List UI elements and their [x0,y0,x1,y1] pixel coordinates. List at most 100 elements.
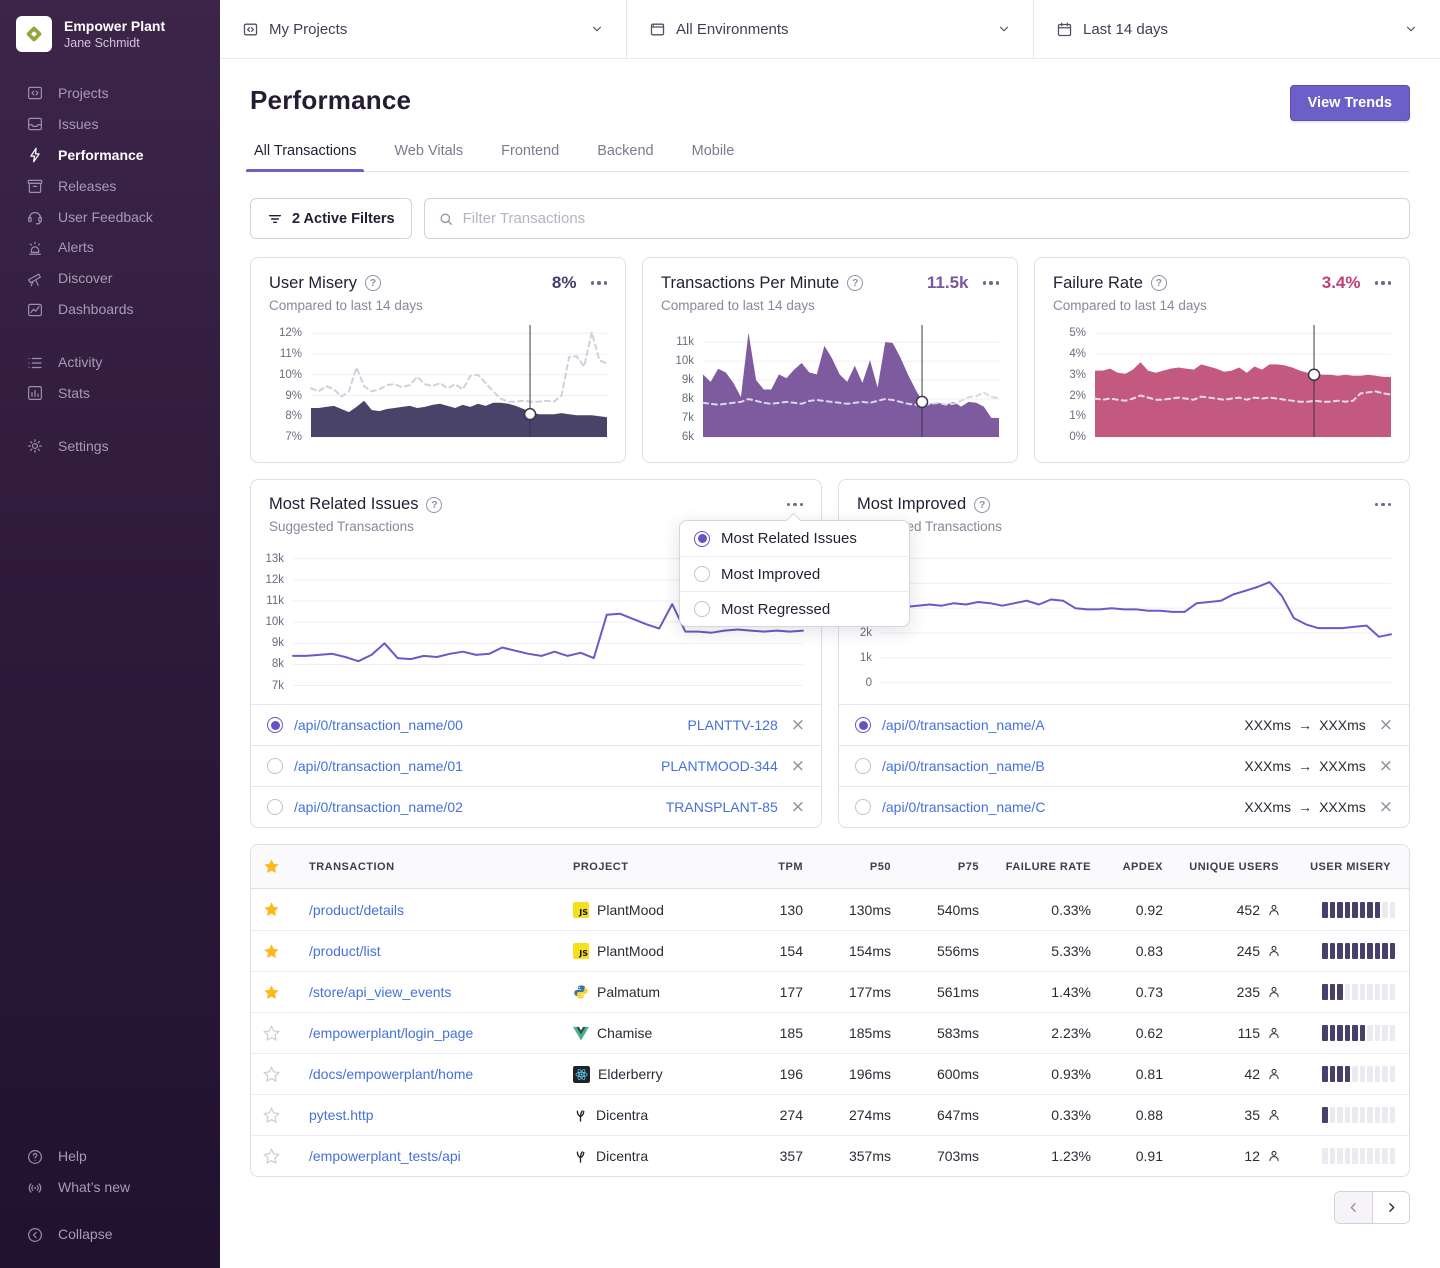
radio-icon[interactable] [694,566,710,582]
sidebar-item-discover[interactable]: Discover [0,263,220,294]
sidebar-item-projects[interactable]: Projects [0,78,220,109]
react-platform-icon [573,1066,590,1083]
close-icon[interactable]: × [791,799,805,816]
star-outline-icon[interactable] [263,1148,309,1165]
sidebar-item-releases[interactable]: Releases [0,171,220,202]
sidebar-item-stats[interactable]: Stats [0,378,220,409]
help-circle-icon[interactable]: ? [365,275,381,291]
transaction-link[interactable]: /product/list [309,943,573,959]
sidebar-item-user-feedback[interactable]: User Feedback [0,202,220,233]
sidebar-item-whats-new[interactable]: What’s new [0,1172,220,1203]
overflow-menu-icon[interactable] [781,499,804,511]
help-icon [26,1148,44,1166]
col-user-misery[interactable]: User Misery [1283,861,1395,873]
y-tick-label: 12% [279,327,302,339]
close-icon[interactable]: × [791,758,805,775]
menu-option-most-improved[interactable]: Most Improved [680,556,909,591]
issue-link[interactable]: PLANTTV-128 [687,717,777,733]
star-outline-icon[interactable] [263,1025,309,1042]
col-transaction[interactable]: Transaction [309,861,573,873]
transactions-table: Transaction Project TPM P50 P75 Failure … [250,844,1410,1177]
col-project[interactable]: Project [573,861,741,873]
transaction-link[interactable]: /docs/empowerplant/home [309,1066,573,1082]
radio-icon[interactable] [855,799,871,815]
help-circle-icon[interactable]: ? [974,497,990,513]
tab-mobile[interactable]: Mobile [690,143,737,171]
transaction-link[interactable]: /api/0/transaction_name/02 [294,799,463,815]
sidebar-item-issues[interactable]: Issues [0,109,220,140]
prev-page-button[interactable] [1335,1192,1372,1223]
radio-icon[interactable] [267,717,283,733]
unique-users-cell: 35 [1167,1107,1283,1123]
sidebar-item-settings[interactable]: Settings [0,431,220,462]
date-range-dropdown[interactable]: Last 14 days [1033,0,1440,58]
transaction-link[interactable]: /api/0/transaction_name/A [882,717,1045,733]
sidebar-item-alerts[interactable]: Alerts [0,232,220,263]
close-icon[interactable]: × [791,717,805,734]
transaction-link[interactable]: /empowerplant/login_page [309,1025,573,1041]
menu-option-most-regressed[interactable]: Most Regressed [680,591,909,626]
sidebar-item-help[interactable]: Help [0,1141,220,1172]
help-circle-icon[interactable]: ? [847,275,863,291]
sidebar-item-dashboards[interactable]: Dashboards [0,294,220,325]
tab-web-vitals[interactable]: Web Vitals [392,143,465,171]
radio-icon[interactable] [267,758,283,774]
org-switcher[interactable]: Empower Plant Jane Schmidt [0,16,220,52]
transaction-link[interactable]: /api/0/transaction_name/01 [294,758,463,774]
col-unique-users[interactable]: Unique Users [1167,861,1283,873]
help-circle-icon[interactable]: ? [1151,275,1167,291]
environment-filter-dropdown[interactable]: All Environments [626,0,1033,58]
view-trends-button[interactable]: View Trends [1290,85,1410,121]
transaction-link[interactable]: /empowerplant_tests/api [309,1148,573,1164]
radio-icon[interactable] [694,531,710,547]
project-cell: Dicentra [573,1148,741,1164]
transaction-link[interactable]: /api/0/transaction_name/C [882,799,1045,815]
overflow-menu-icon[interactable] [977,277,1000,289]
transaction-link[interactable]: /product/details [309,902,573,918]
tab-all-transactions[interactable]: All Transactions [252,143,358,171]
star-filled-icon[interactable] [263,984,309,1001]
transaction-link[interactable]: /api/0/transaction_name/00 [294,717,463,733]
close-icon[interactable]: × [1379,799,1393,816]
transaction-link[interactable]: /api/0/transaction_name/B [882,758,1045,774]
col-failure-rate[interactable]: Failure Rate [983,861,1095,873]
star-outline-icon[interactable] [263,1107,309,1124]
sidebar-item-label: Projects [58,84,109,103]
radio-icon[interactable] [855,717,871,733]
close-icon[interactable]: × [1379,717,1393,734]
search-input[interactable] [463,210,1396,227]
star-filled-icon[interactable] [263,901,309,918]
radio-icon[interactable] [267,799,283,815]
overflow-menu-icon[interactable] [1369,499,1392,511]
sidebar-collapse-button[interactable]: Collapse [0,1219,220,1250]
radio-icon[interactable] [694,601,710,617]
overflow-menu-icon[interactable] [585,277,608,289]
tab-backend[interactable]: Backend [595,143,655,171]
help-circle-icon[interactable]: ? [426,497,442,513]
issue-link[interactable]: TRANSPLANT-85 [666,799,778,815]
radio-icon[interactable] [855,758,871,774]
activity-icon [26,354,44,372]
next-page-button[interactable] [1372,1192,1409,1223]
star-outline-icon[interactable] [263,1066,309,1083]
menu-option-most-related-issues[interactable]: Most Related Issues [680,521,909,556]
tab-frontend[interactable]: Frontend [499,143,561,171]
project-filter-dropdown[interactable]: My Projects [220,0,626,58]
active-filters-button[interactable]: 2 Active Filters [250,198,412,239]
transaction-link[interactable]: /store/api_view_events [309,984,573,1000]
user-misery-bars [1283,1107,1395,1123]
col-p75[interactable]: P75 [895,861,983,873]
sidebar-item-performance[interactable]: Performance [0,140,220,171]
star-filled-icon[interactable] [263,943,309,960]
col-tpm[interactable]: TPM [741,861,807,873]
star-column-icon[interactable] [263,858,309,875]
col-p50[interactable]: P50 [807,861,895,873]
col-apdex[interactable]: Apdex [1095,861,1167,873]
close-icon[interactable]: × [1379,758,1393,775]
transaction-link[interactable]: pytest.http [309,1107,573,1123]
transaction-search[interactable] [424,198,1410,239]
apdex-value: 0.73 [1095,984,1167,1000]
sidebar-item-activity[interactable]: Activity [0,347,220,378]
overflow-menu-icon[interactable] [1369,277,1392,289]
issue-link[interactable]: PLANTMOOD-344 [661,758,778,774]
